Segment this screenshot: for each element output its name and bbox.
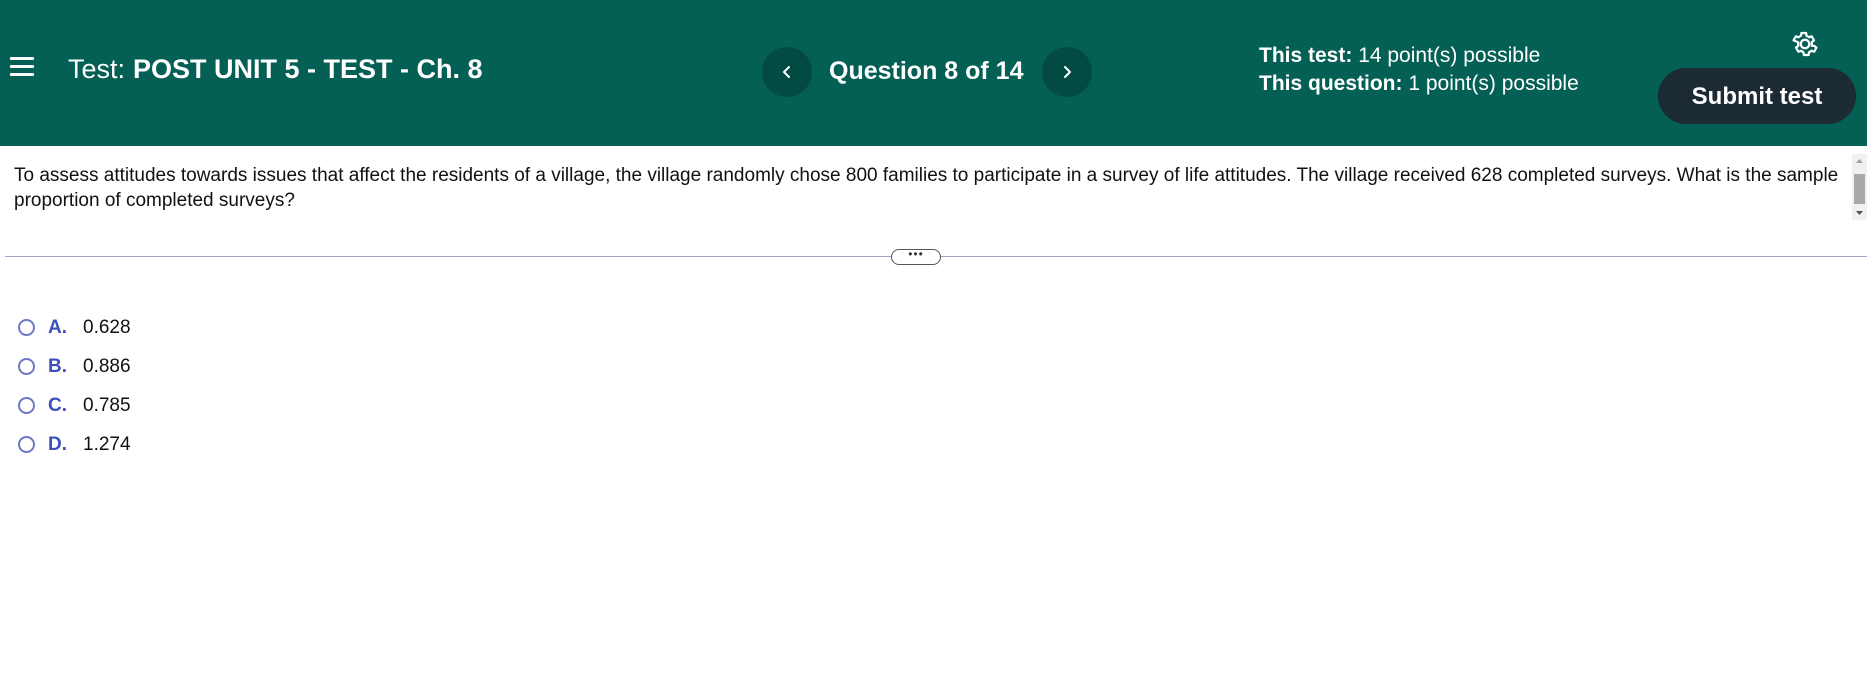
choice-letter: B.: [48, 356, 67, 377]
radio-button[interactable]: [18, 397, 35, 414]
choice-letter: D.: [48, 434, 67, 455]
question-points-label: This question:: [1259, 72, 1403, 95]
question-counter: Question 8 of 14: [829, 57, 1024, 85]
chevron-left-icon: [783, 66, 790, 78]
test-label: Test:: [68, 54, 126, 84]
choice-value: 0.886: [83, 356, 131, 377]
radio-button[interactable]: [18, 436, 35, 453]
test-points-value: 14 point(s) possible: [1358, 44, 1541, 67]
scrollbar[interactable]: [1852, 154, 1867, 220]
test-name: POST UNIT 5 - TEST - Ch. 8: [133, 54, 483, 84]
choice-letter: C.: [48, 395, 67, 416]
previous-question-button[interactable]: [762, 47, 812, 97]
choice-value: 0.628: [83, 317, 131, 338]
radio-button[interactable]: [18, 358, 35, 375]
divider-resize-handle[interactable]: •••: [891, 248, 941, 265]
test-title: Test: POST UNIT 5 - TEST - Ch. 8: [68, 53, 483, 85]
scroll-up-arrow-icon[interactable]: [1852, 154, 1867, 168]
scroll-down-arrow-icon[interactable]: [1852, 206, 1867, 220]
gear-icon[interactable]: [1790, 29, 1820, 59]
question-panel: To assess attitudes towards issues that …: [0, 146, 1867, 226]
radio-button[interactable]: [18, 319, 35, 336]
choice-letter: A.: [48, 317, 67, 338]
choice-value: 0.785: [83, 395, 131, 416]
hamburger-menu-icon[interactable]: [10, 57, 34, 77]
question-points: This question: 1 point(s) possible: [1259, 70, 1579, 98]
submit-test-button[interactable]: Submit test: [1658, 68, 1856, 124]
points-info: This test: 14 point(s) possible This que…: [1259, 42, 1579, 98]
next-question-button[interactable]: [1042, 47, 1092, 97]
scrollbar-thumb[interactable]: [1854, 174, 1865, 204]
test-points-label: This test:: [1259, 44, 1353, 67]
question-points-value: 1 point(s) possible: [1408, 72, 1579, 95]
choice-value: 1.274: [83, 434, 131, 455]
test-points: This test: 14 point(s) possible: [1259, 42, 1579, 70]
question-text: To assess attitudes towards issues that …: [14, 165, 1839, 211]
chevron-right-icon: [1064, 66, 1071, 78]
top-bar: Test: POST UNIT 5 - TEST - Ch. 8 Question…: [0, 0, 1867, 146]
